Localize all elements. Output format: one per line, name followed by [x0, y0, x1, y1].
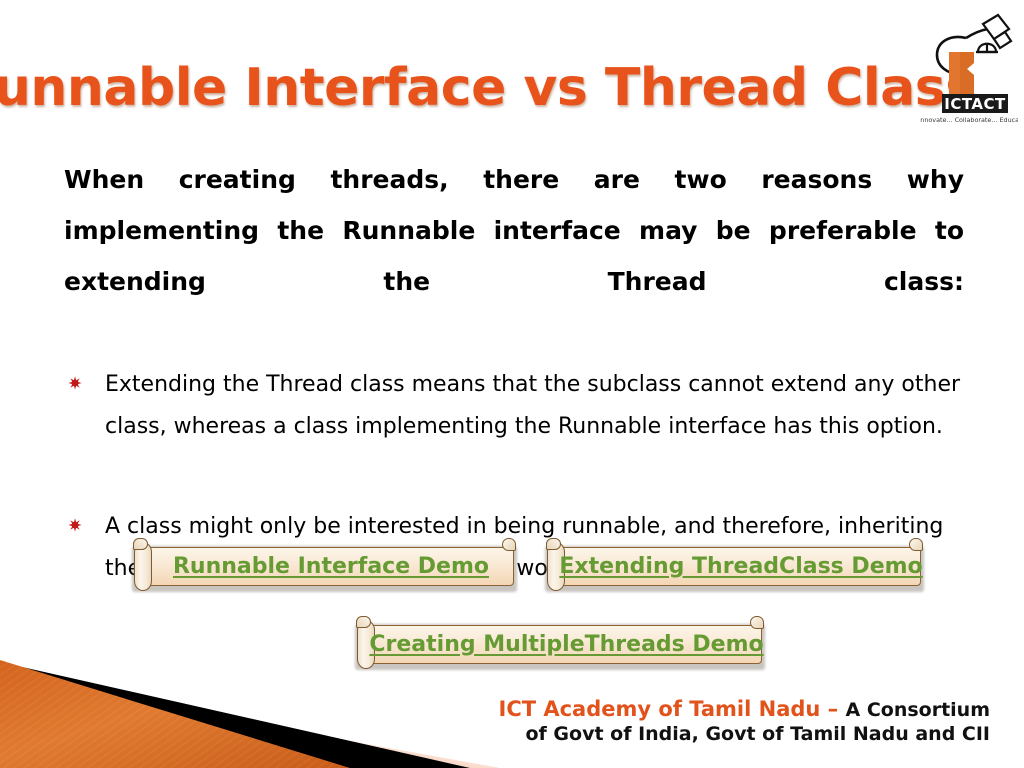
list-item: Extending the Thread class means that th…: [64, 364, 964, 490]
footer-line-2: of Govt of India, Govt of Tamil Nadu and…: [525, 722, 990, 745]
starburst-bullet-icon: [68, 376, 82, 390]
creating-multiplethreads-demo-link[interactable]: Creating MultipleThreads Demo: [369, 625, 763, 664]
footer-org-name: ICT Academy of Tamil Nadu: [498, 697, 821, 722]
extending-threadclass-demo-button[interactable]: Extending ThreadClass Demo: [541, 538, 924, 592]
slide-body: When creating threads, there are two rea…: [64, 154, 964, 606]
creating-multiplethreads-demo-button[interactable]: Creating MultipleThreads Demo: [351, 616, 765, 670]
title-container: Runnable Interface vs Thread Class: [0, 48, 976, 128]
footer-consortium: A Consortium: [845, 699, 991, 722]
extending-threadclass-demo-link[interactable]: Extending ThreadClass Demo: [559, 547, 922, 586]
starburst-bullet-icon: [68, 518, 82, 532]
page-title: Runnable Interface vs Thread Class: [0, 58, 976, 118]
list-item-text: Extending the Thread class means that th…: [105, 372, 961, 439]
logo-wordmark: ICTACT: [944, 95, 1006, 113]
runnable-interface-demo-link[interactable]: Runnable Interface Demo: [154, 547, 508, 586]
band-orange: [0, 660, 350, 768]
runnable-interface-demo-button[interactable]: Runnable Interface Demo: [128, 538, 517, 592]
band-black: [0, 662, 470, 768]
scroll-top-left-curl-icon: [133, 538, 148, 550]
footer-dash: –: [820, 697, 846, 722]
footer-line-1: ICT Academy of Tamil Nadu – A Consortium: [499, 697, 991, 723]
slide-canvas: Runnable Interface vs Thread Class ICTAC…: [0, 0, 1024, 768]
intro-paragraph: When creating threads, there are two rea…: [64, 165, 964, 296]
footer-credit: ICT Academy of Tamil Nadu – A Consortium…: [499, 697, 991, 746]
ictact-logo: ICTACT Innovate... Collaborate... Educat…: [920, 8, 1018, 126]
logo-tagline: Innovate... Collaborate... Educate...: [920, 116, 1018, 124]
band-pink: [0, 674, 486, 768]
scroll-top-left-curl-icon: [356, 616, 371, 628]
scroll-top-left-curl-icon: [546, 538, 561, 550]
